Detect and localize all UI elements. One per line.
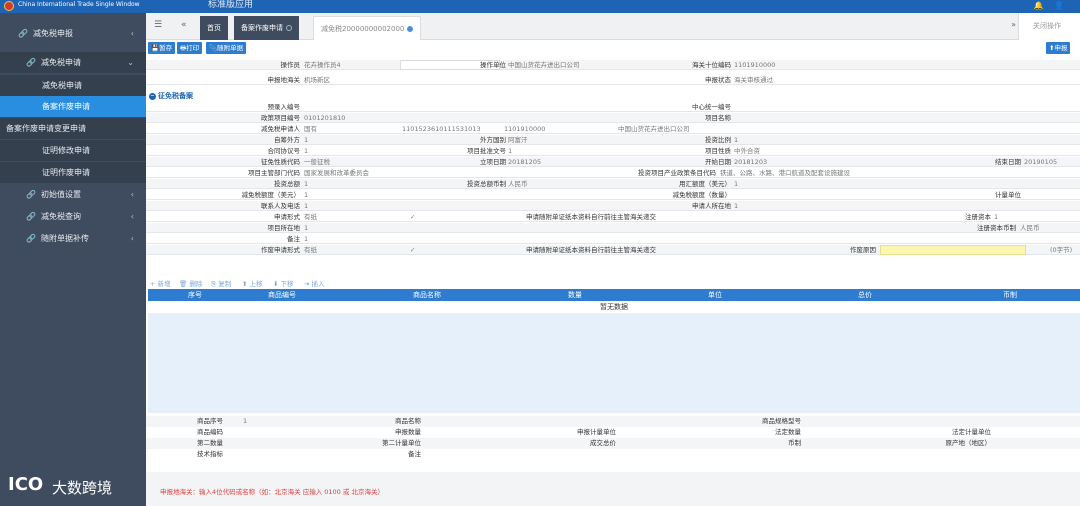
menu-icon[interactable]: ☰	[154, 20, 162, 30]
tab-void-apply[interactable]: 备案作废申请	[234, 16, 299, 40]
copy-button[interactable]: ⎘ 复制	[211, 278, 231, 289]
column-header[interactable]: 单位	[708, 289, 722, 301]
form-row: 商品序号 1 商品名称 商品规格型号	[146, 416, 1080, 427]
char-count: (0字节)	[1050, 246, 1073, 254]
customs-code-value: 1101910000	[734, 61, 776, 69]
form-row: 项目所在地 1 注册资本币制 人民币	[146, 223, 1080, 233]
watermark: ICO 大数跨境	[0, 470, 146, 506]
toolbar: 💾暂存 🖶打印 📎随附单据 ⬆申报	[146, 41, 1080, 56]
add-button[interactable]: + 新增	[150, 278, 171, 288]
form-row: 减免税申请人 国有 1101523610111531013 1101910000…	[146, 124, 1080, 134]
empty-message: 暂无数据	[148, 301, 1080, 313]
print-button[interactable]: 🖶打印	[177, 42, 203, 54]
operator-value: 花卉操作员4	[304, 61, 341, 69]
hint-text: 申报地海关：输入4位代码或名称（如：北京海关 应输入 0100 或 北京海关）	[160, 488, 384, 496]
sidebar-item-reduce-apply[interactable]: 减免税申请	[0, 75, 146, 96]
minus-icon[interactable]: −	[149, 92, 156, 100]
tab-reduce-record[interactable]: 减免税20000000002000	[313, 16, 422, 40]
close-icon[interactable]	[286, 25, 292, 31]
grid-body: 暂无数据	[148, 301, 1080, 413]
system-name: 标准版应用	[208, 0, 254, 10]
form-row: 第二数量 第二计量单位 成交总价 币制 原产地（地区）	[146, 438, 1080, 449]
column-header[interactable]: 数量	[568, 289, 582, 301]
record-form: 操作员 花卉操作员4 操作单位 中国山货花卉进出口公司 海关十位编码 11019…	[146, 58, 1080, 270]
form-row: 技术指标 备注	[197, 450, 421, 458]
grid-header: 序号 商品编号 商品名称 数量 单位 总价 币制	[148, 289, 1080, 301]
detail-form: 商品序号 1 商品名称 商品规格型号 商品编码 申报数量 申报计量单位 法定数量…	[146, 416, 1080, 470]
sidebar-item-reduce-query[interactable]: 🔗 减免税查询 ‹	[0, 206, 146, 227]
link-icon: 🔗	[26, 212, 36, 221]
attachments-button[interactable]: 📎随附单据	[206, 42, 247, 54]
sidebar-item-cert-void[interactable]: 证明作废申请	[0, 162, 146, 183]
tab-home[interactable]: 首页	[200, 16, 228, 40]
unit-value: 中国山货花卉进出口公司	[508, 61, 580, 69]
close-operations-button[interactable]: 关闭操作	[1018, 13, 1080, 40]
user-icon[interactable]: 👤	[1054, 1, 1064, 10]
scroll-right-icon[interactable]: »	[1011, 20, 1016, 29]
form-row: 项目主管部门代码 国家发展和改革委员会 投资项目产业政策条目代码 铁道、公路、水…	[146, 168, 1080, 178]
form-row: 减免税额度（美元） 1 减免税额度（数量） 计量单位	[146, 190, 1080, 200]
close-icon[interactable]	[407, 26, 414, 32]
checkbox[interactable]: ✓	[410, 212, 420, 222]
submit-button[interactable]: ⬆申报	[1046, 42, 1071, 54]
chevron-left-icon: ‹	[130, 190, 134, 199]
scroll-left-icon[interactable]: «	[181, 20, 187, 30]
insert-button[interactable]: ⇥ 插入	[304, 278, 325, 288]
top-icons: 🔔 👤	[1034, 1, 1064, 10]
sidebar-item-initial-settings[interactable]: 🔗 初始值设置 ‹	[0, 184, 146, 205]
column-header[interactable]: 商品编号	[268, 289, 296, 301]
chevron-left-icon: ‹	[130, 29, 134, 38]
chevron-left-icon: ‹	[130, 212, 134, 221]
link-icon: 🔗	[26, 234, 36, 243]
tab-bar: ☰ « 首页 备案作废申请 减免税20000000002000 » 关闭操作	[146, 13, 1080, 40]
decl-customs-value: 机场新区	[304, 76, 330, 84]
top-bar: China International Trade Single Window …	[0, 0, 1080, 13]
link-icon: 🔗	[18, 29, 28, 38]
sidebar-item-reduce-apply-group[interactable]: 🔗 减免税申请 ⌄	[0, 52, 146, 73]
bell-icon[interactable]: 🔔	[1034, 1, 1044, 10]
chevron-left-icon: ‹	[130, 234, 134, 243]
form-row: 预录入编号 中心统一编号	[146, 102, 1080, 112]
sidebar-item-cert-modify[interactable]: 证明修改申请	[0, 140, 146, 161]
delete-button[interactable]: 🗑 删除	[179, 278, 202, 288]
link-icon: 🔗	[26, 58, 36, 67]
sidebar-item-void-apply[interactable]: 备案作废申请	[0, 96, 146, 117]
brand-name: China International Trade Single Window	[18, 1, 140, 8]
grid-toolbar: + 新增 🗑 删除 ⎘ 复制 ⬆ 上移 ⬇ 下移 ⇥ 插入	[146, 278, 1080, 289]
form-row: 政策项目编号 0101201810 项目名称	[146, 113, 1080, 123]
emblem-icon	[4, 1, 14, 11]
footer: 申报地海关：输入4位代码或名称（如：北京海关 应输入 0100 或 北京海关）	[146, 472, 1080, 506]
decl-status-value: 海关审核通过	[734, 76, 773, 84]
form-row: 联系人及电话 1 申请人所在地 1	[146, 201, 1080, 211]
watermark-text: 大数跨境	[52, 479, 113, 497]
chevron-down-icon: ⌄	[127, 58, 134, 67]
form-row: 备注 1	[146, 234, 1080, 244]
move-down-button[interactable]: ⬇ 下移	[273, 278, 294, 288]
form-row: 合同协议号 1 项目批准文号 1 项目性质 中外合资	[146, 146, 1080, 156]
form-row: 征免性质代码 一般征税 立项日期 20181205 开始日期 20181203 …	[146, 157, 1080, 167]
form-row: 投资总额 1 投资总额币制 人民币 用汇额度（美元） 1	[146, 179, 1080, 189]
section-title: − 征免税备案	[149, 92, 193, 100]
column-header[interactable]: 总价	[858, 289, 872, 301]
form-row: 作废申请形式 有纸 ✓ 申请随附单证纸本资料自行前往主管海关递交 作废原因 (0…	[146, 245, 1080, 255]
column-header[interactable]: 商品名称	[413, 289, 441, 301]
move-up-button[interactable]: ⬆ 上移	[242, 278, 263, 288]
sidebar-item-attach-supplement[interactable]: 🔗 随附单据补传 ‹	[0, 228, 146, 249]
sidebar: 🔗 减免税申报 ‹ 🔗 减免税申请 ⌄ 减免税申请 备案作废申请 备案作废申请变…	[0, 13, 146, 506]
form-row: 自筹外方 1 外方国别 阿富汗 投资比例 1	[146, 135, 1080, 145]
form-row: 操作员 花卉操作员4 操作单位 中国山货花卉进出口公司 海关十位编码 11019…	[146, 60, 1080, 70]
column-header[interactable]: 币制	[1003, 289, 1017, 301]
link-icon: 🔗	[26, 190, 36, 199]
form-row: 申报地海关 机场新区 申报状态 海关审核通过	[146, 75, 1080, 85]
form-row: 申请形式 有纸 ✓ 申请随附单证纸本资料自行前往主管海关递交 注册资本 1	[146, 212, 1080, 222]
void-reason-input[interactable]	[880, 245, 1026, 255]
watermark-logo: ICO	[8, 474, 44, 495]
sidebar-item-reduce-declare[interactable]: 🔗 减免税申报 ‹	[0, 23, 146, 44]
column-header[interactable]: 序号	[188, 289, 202, 301]
save-button[interactable]: 💾暂存	[148, 42, 176, 54]
sidebar-item-void-change[interactable]: 备案作废申请变更申请	[0, 118, 146, 139]
checkbox[interactable]: ✓	[410, 245, 420, 255]
form-row: 商品编码 申报数量 申报计量单位 法定数量 法定计量单位	[197, 428, 991, 436]
